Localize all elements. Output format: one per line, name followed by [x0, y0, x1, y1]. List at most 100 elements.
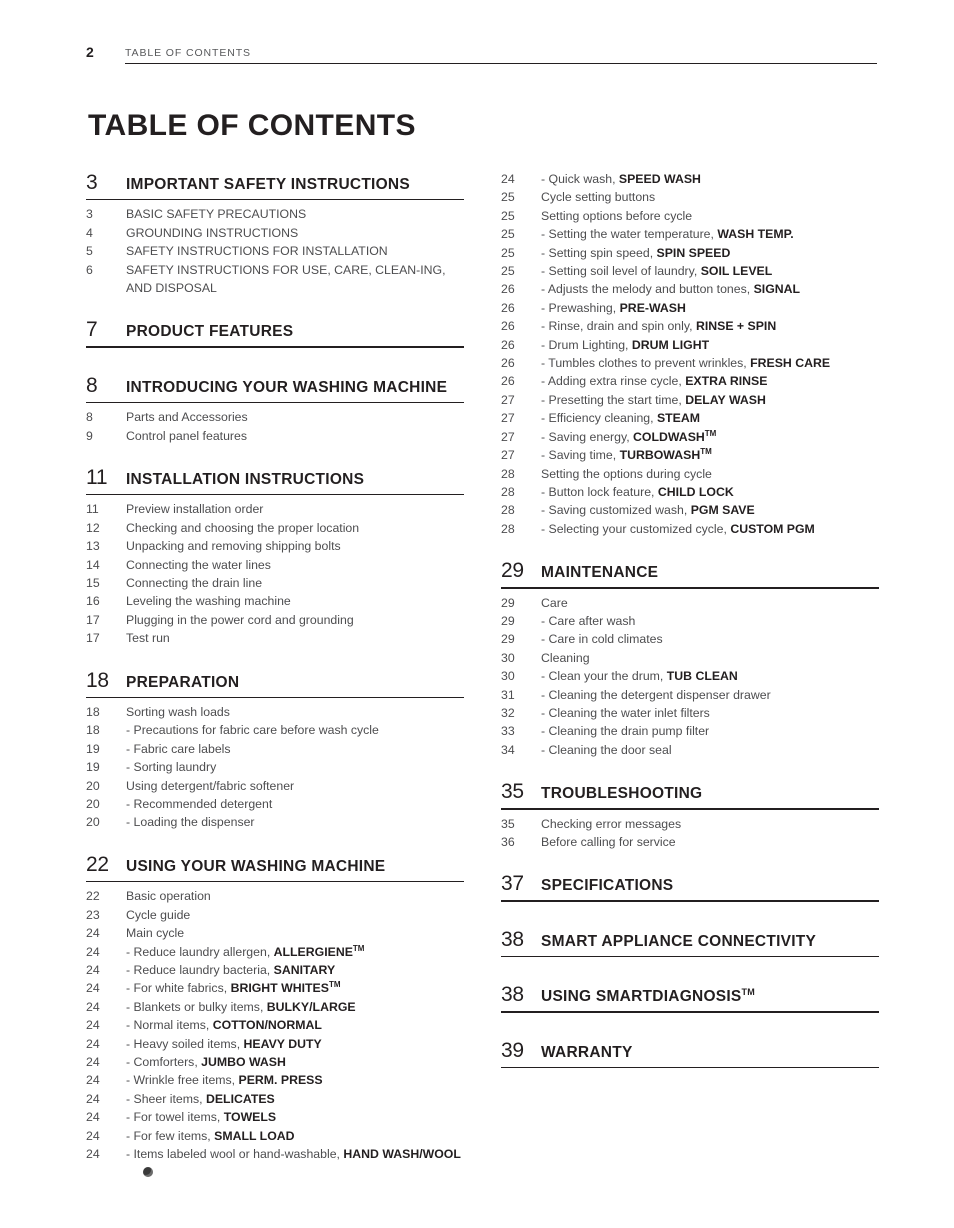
toc-section-header[interactable]: 35 TROUBLESHOOTING — [501, 779, 879, 807]
toc-section-header[interactable]: 38 SMART APPLIANCE CONNECTIVITY — [501, 927, 879, 955]
toc-entry[interactable]: 33 - Cleaning the drain pump filter — [501, 722, 879, 740]
section-divider — [501, 1066, 879, 1068]
toc-entry[interactable]: 29 Care — [501, 594, 879, 612]
toc-section-header[interactable]: 18 PREPARATION — [86, 668, 464, 696]
toc-entry[interactable]: 8 Parts and Accessories — [86, 408, 464, 426]
toc-entry[interactable]: 20 Using detergent/fabric softener — [86, 777, 464, 795]
toc-section-title: SMART APPLIANCE CONNECTIVITY — [541, 932, 817, 950]
toc-entry[interactable]: 6 SAFETY INSTRUCTIONS FOR USE, CARE, CLEA… — [86, 261, 464, 298]
toc-section-header[interactable]: 29 MAINTENANCE — [501, 558, 879, 586]
toc-entry[interactable]: 28 - Saving customized wash, PGM SAVE — [501, 501, 879, 519]
toc-entry[interactable]: 14 Connecting the water lines — [86, 556, 464, 574]
toc-entry[interactable]: 20 - Recommended detergent — [86, 795, 464, 813]
toc-entry[interactable]: 19 - Fabric care labels — [86, 740, 464, 758]
toc-entry[interactable]: 30 Cleaning — [501, 649, 879, 667]
toc-entry[interactable]: 28 Setting the options during cycle — [501, 465, 879, 483]
toc-entry[interactable]: 27 - Saving time, TURBOWASHTM — [501, 446, 879, 464]
toc-entry[interactable]: 26 - Rinse, drain and spin only, RINSE + … — [501, 317, 879, 335]
toc-entry[interactable]: 13 Unpacking and removing shipping bolts — [86, 537, 464, 555]
toc-entry[interactable]: 26 - Tumbles clothes to prevent wrinkles,… — [501, 354, 879, 372]
toc-section-page-number: 38 — [501, 927, 524, 951]
toc-entry[interactable]: 24 - Sheer items, DELICATES — [86, 1090, 464, 1108]
toc-entry[interactable]: 18 Sorting wash loads — [86, 703, 464, 721]
toc-section-header[interactable]: 37 SPECIFICATIONS — [501, 871, 879, 899]
toc-entry[interactable]: 24 - Items labeled wool or hand-washable,… — [86, 1145, 464, 1182]
toc-entry[interactable]: 24 - Quick wash, SPEED WASH — [501, 170, 879, 188]
toc-entry[interactable]: 4 GROUNDING INSTRUCTIONS — [86, 224, 464, 242]
toc-entry[interactable]: 25 - Setting the water temperature, WASH … — [501, 225, 879, 243]
toc-entry[interactable]: 16 Leveling the washing machine — [86, 592, 464, 610]
toc-section-header[interactable]: 38 USING SMARTDIAGNOSISTM — [501, 982, 879, 1010]
toc-entry[interactable]: 3 BASIC SAFETY PRECAUTIONS — [86, 205, 464, 223]
toc-entry-page-number: 9 — [86, 428, 93, 443]
toc-entry[interactable]: 18 - Precautions for fabric care before w… — [86, 721, 464, 739]
toc-entry[interactable]: 25 - Setting soil level of laundry, SOIL … — [501, 262, 879, 280]
toc-entry[interactable]: 29 - Care in cold climates — [501, 630, 879, 648]
toc-entry[interactable]: 22 Basic operation — [86, 887, 464, 905]
toc-entry[interactable]: 24 - Normal items, COTTON/NORMAL — [86, 1016, 464, 1034]
toc-entry[interactable]: 28 - Button lock feature, CHILD LOCK — [501, 483, 879, 501]
toc-entry[interactable]: 5 SAFETY INSTRUCTIONS FOR INSTALLATION — [86, 242, 464, 260]
toc-entry[interactable]: 35 Checking error messages — [501, 815, 879, 833]
toc-entry[interactable]: 27 - Efficiency cleaning, STEAM — [501, 409, 879, 427]
toc-section-product-features: 7 PRODUCT FEATURES — [86, 317, 464, 348]
toc-entry[interactable]: 34 - Cleaning the door seal — [501, 741, 879, 759]
toc-entry-label: Setting the options during cycle — [541, 466, 712, 481]
toc-entry[interactable]: 24 - Reduce laundry allergen, ALLERGIENET… — [86, 943, 464, 961]
toc-entry-label: - Fabric care labels — [126, 741, 231, 756]
toc-entry[interactable]: 31 - Cleaning the detergent dispenser dra… — [501, 686, 879, 704]
toc-entry[interactable]: 32 - Cleaning the water inlet filters — [501, 704, 879, 722]
toc-entry[interactable]: 24 Main cycle — [86, 924, 464, 942]
toc-section-header[interactable]: 7 PRODUCT FEATURES — [86, 317, 464, 345]
toc-entry[interactable]: 24 - For towel items, TOWELS — [86, 1108, 464, 1126]
toc-entry[interactable]: 15 Connecting the drain line — [86, 574, 464, 592]
toc-entry[interactable]: 23 Cycle guide — [86, 906, 464, 924]
toc-section-header[interactable]: 3 IMPORTANT SAFETY INSTRUCTIONS — [86, 170, 464, 198]
toc-entry[interactable]: 17 Plugging in the power cord and groundi… — [86, 611, 464, 629]
toc-entry[interactable]: 25 Setting options before cycle — [501, 207, 879, 225]
toc-entry[interactable]: 24 - Wrinkle free items, PERM. PRESS — [86, 1071, 464, 1089]
toc-entry[interactable]: 11 Preview installation order — [86, 500, 464, 518]
toc-entry[interactable]: 26 - Drum Lighting, DRUM LIGHT — [501, 336, 879, 354]
toc-section-header[interactable]: 11 INSTALLATION INSTRUCTIONS — [86, 465, 464, 493]
toc-entry[interactable]: 24 - For few items, SMALL LOAD — [86, 1127, 464, 1145]
toc-entry[interactable]: 20 - Loading the dispenser — [86, 813, 464, 831]
toc-entry[interactable]: 27 - Presetting the start time, DELAY WAS… — [501, 391, 879, 409]
toc-section-page-number: 3 — [86, 171, 98, 194]
toc-section-header[interactable]: 22 USING YOUR WASHING MACHINE — [86, 852, 464, 880]
section-divider — [501, 808, 879, 810]
toc-entry[interactable]: 29 - Care after wash — [501, 612, 879, 630]
toc-entry[interactable]: 26 - Prewashing, PRE-WASH — [501, 299, 879, 317]
toc-entry[interactable]: 27 - Saving energy, COLDWASHTM — [501, 428, 879, 446]
toc-entry[interactable]: 25 - Setting spin speed, SPIN SPEED — [501, 244, 879, 262]
toc-entry-cycle-name: DRUM LIGHT — [631, 337, 710, 352]
toc-entry[interactable]: 24 - Reduce laundry bacteria, SANITARY — [86, 961, 464, 979]
toc-entry[interactable]: 12 Checking and choosing the proper locat… — [86, 519, 464, 537]
toc-entry[interactable]: 9 Control panel features — [86, 427, 464, 445]
toc-entry-page-number: 24 — [501, 172, 515, 186]
toc-section-page-number: 29 — [501, 559, 524, 583]
toc-entry[interactable]: 24 - Heavy soiled items, HEAVY DUTY — [86, 1035, 464, 1053]
toc-entry-label: - Reduce laundry allergen, ALLERGIENETM — [126, 943, 365, 959]
toc-entry[interactable]: 26 - Adjusts the melody and button tones,… — [501, 280, 879, 298]
toc-entry-label: - Adding extra rinse cycle, EXTRA RINSE — [541, 374, 768, 389]
toc-entry[interactable]: 17 Test run — [86, 629, 464, 647]
toc-section-header[interactable]: 8 INTRODUCING YOUR WASHING MACHINE — [86, 373, 464, 401]
toc-entry-cycle-name: HEAVY DUTY — [243, 1036, 322, 1051]
toc-entry[interactable]: 36 Before calling for service — [501, 833, 879, 851]
toc-entry[interactable]: 30 - Clean your the drum, TUB CLEAN — [501, 667, 879, 685]
toc-entry[interactable]: 25 Cycle setting buttons — [501, 188, 879, 206]
toc-entry[interactable]: 26 - Adding extra rinse cycle, EXTRA RINS… — [501, 372, 879, 390]
toc-entry[interactable]: 24 - For white fabrics, BRIGHT WHITESTM — [86, 979, 464, 997]
toc-entry-label: - Saving customized wash, PGM SAVE — [541, 503, 755, 518]
toc-entry-page-number: 14 — [86, 557, 100, 572]
toc-entry[interactable]: 24 - Comforters, JUMBO WASH — [86, 1053, 464, 1071]
toc-entry[interactable]: 24 - Blankets or bulky items, BULKY/LARGE — [86, 998, 464, 1016]
toc-section-header[interactable]: 39 WARRANTY — [501, 1038, 879, 1066]
toc-entry[interactable]: 28 - Selecting your customized cycle, CUS… — [501, 520, 879, 538]
toc-entry-label: - Normal items, COTTON/NORMAL — [126, 1018, 322, 1033]
toc-entry[interactable]: 19 - Sorting laundry — [86, 758, 464, 776]
toc-entry-cycle-name: TUB CLEAN — [666, 669, 738, 684]
